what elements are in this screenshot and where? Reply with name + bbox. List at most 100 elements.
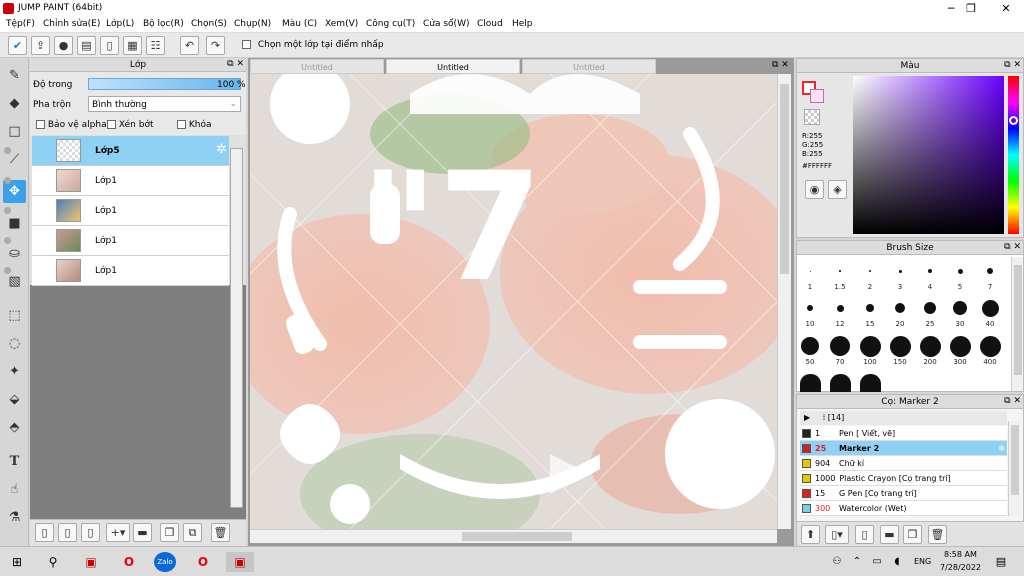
- canvas[interactable]: "7: [250, 74, 777, 529]
- brush-size-dot[interactable]: [830, 336, 850, 356]
- document-icon[interactable]: ▦: [123, 36, 142, 55]
- menu-help[interactable]: Help: [512, 19, 533, 29]
- brush-size-dot[interactable]: [987, 268, 993, 274]
- windows-start-icon[interactable]: ⊞: [6, 552, 28, 572]
- panel-window-icons[interactable]: ⧉ ✕: [1004, 242, 1021, 253]
- menu-color[interactable]: Màu (C): [282, 19, 317, 29]
- brush-duplicate-icon[interactable]: ❐: [903, 525, 922, 544]
- brush-size-dot[interactable]: [839, 270, 841, 272]
- protect-alpha-option[interactable]: Bảo vệ alpha: [36, 120, 107, 130]
- background-color-swatch[interactable]: [810, 89, 824, 103]
- page-icon[interactable]: ▯: [100, 36, 119, 55]
- gear-icon[interactable]: ✲: [998, 441, 1005, 456]
- export-icon[interactable]: ⇪: [31, 36, 50, 55]
- brush-size-dot[interactable]: [860, 374, 881, 392]
- menu-window[interactable]: Cửa sổ(W): [423, 19, 469, 29]
- comment-icon[interactable]: ▤: [77, 36, 96, 55]
- color-field[interactable]: [853, 76, 1004, 234]
- folder-icon[interactable]: ▬: [133, 523, 152, 542]
- transparent-swatch[interactable]: [804, 109, 820, 125]
- brush-size-dot[interactable]: [800, 374, 821, 392]
- redo-icon[interactable]: ↷: [206, 36, 225, 55]
- network-icon[interactable]: ▭: [866, 552, 888, 572]
- magic-wand-icon[interactable]: ✦: [3, 360, 26, 383]
- language-indicator[interactable]: ENG: [914, 557, 931, 566]
- brush-size-dot[interactable]: [898, 269, 902, 273]
- brush-size-dot[interactable]: [979, 335, 1001, 357]
- people-icon[interactable]: ⚇: [826, 552, 848, 572]
- show-hidden-icon[interactable]: ⌃: [846, 552, 868, 572]
- brush-size-dot[interactable]: [866, 304, 874, 312]
- brush-size-dot[interactable]: [953, 301, 967, 315]
- rectangle-tool-icon[interactable]: □: [3, 120, 26, 143]
- brush-add-menu-icon[interactable]: ▯▾: [825, 525, 849, 544]
- search-icon[interactable]: ⚲: [42, 552, 64, 572]
- zalo-icon[interactable]: Zalo: [154, 552, 176, 572]
- close-button[interactable]: ✕: [992, 1, 1020, 16]
- tab-window-icons[interactable]: ⧉ ✕: [772, 60, 789, 70]
- brush-tool-icon[interactable]: ✎: [3, 64, 26, 87]
- select-layer-option[interactable]: Chọn một lớp tại điểm nhấp: [242, 40, 384, 50]
- trash-icon[interactable]: 🗑: [211, 523, 230, 542]
- text-tool-icon[interactable]: T: [3, 450, 26, 473]
- canvas-horizontal-scrollbar[interactable]: [250, 529, 777, 543]
- brush-size-dot[interactable]: [919, 335, 941, 357]
- brush-list-item[interactable]: 15 G Pen [Cọ trang trí]: [800, 486, 1007, 501]
- panel-window-icons[interactable]: ⧉ ✕: [1004, 396, 1021, 407]
- eyedropper-icon[interactable]: ⚗: [3, 506, 26, 529]
- menu-tools[interactable]: Công cụ(T): [366, 19, 415, 29]
- maximize-button[interactable]: ❐: [957, 1, 985, 16]
- brush-size-dot[interactable]: [836, 304, 844, 312]
- new-layer-copy-icon[interactable]: ▯: [58, 523, 77, 542]
- brush-size-dot[interactable]: [889, 335, 911, 357]
- brush-list-item[interactable]: 904 Chữ kí: [800, 456, 1007, 471]
- fill-rect-tool-icon[interactable]: ■: [3, 212, 26, 235]
- rect-select-icon[interactable]: ⬚: [3, 304, 26, 327]
- brush-size-scrollbar[interactable]: [1011, 257, 1023, 391]
- add-layer-menu-icon[interactable]: +▾: [106, 523, 130, 542]
- layer-visibility-icon[interactable]: [4, 237, 11, 244]
- hue-slider[interactable]: [1008, 76, 1019, 234]
- menu-filter[interactable]: Bộ lọc(R): [143, 19, 184, 29]
- brush-group-row[interactable]: ▶ ⁞ [14]: [800, 411, 1007, 425]
- brush-size-dot[interactable]: [981, 299, 999, 317]
- brush-list-item[interactable]: 25 Marker 2 ✲: [800, 441, 1007, 456]
- brush-list-item[interactable]: 1000 Plastic Crayon [Cọ trang trí]: [800, 471, 1007, 486]
- layer-visibility-icon[interactable]: [4, 207, 11, 214]
- app-shortcut-icon[interactable]: ▣: [80, 552, 102, 572]
- brush-size-dot[interactable]: [807, 305, 813, 311]
- notifications-icon[interactable]: ▤: [990, 552, 1012, 572]
- new-layer-icon[interactable]: ▯: [35, 523, 54, 542]
- gear-icon[interactable]: ✲: [216, 142, 227, 157]
- brush-size-dot[interactable]: [949, 335, 971, 357]
- palette-icon[interactable]: ◉: [805, 180, 824, 199]
- select-layer-checkbox[interactable]: [242, 40, 251, 49]
- brush-size-dot[interactable]: [957, 268, 963, 274]
- brush-size-dot[interactable]: [801, 337, 819, 355]
- select-eraser-icon[interactable]: ⬘: [3, 416, 26, 439]
- lasso-icon[interactable]: ◌: [3, 332, 26, 355]
- brush-list-scrollbar[interactable]: [1008, 421, 1020, 516]
- menu-layer[interactable]: Lớp(L): [106, 19, 134, 29]
- brush-size-dot[interactable]: [869, 270, 871, 272]
- brush-list-item[interactable]: 300 Watercolor (Wet): [800, 501, 1007, 516]
- layer-visibility-icon[interactable]: [4, 177, 11, 184]
- layer-visibility-icon[interactable]: [4, 267, 11, 274]
- tab-untitled-3[interactable]: Untitled: [522, 59, 656, 74]
- expand-arrow-icon[interactable]: ▶: [804, 413, 810, 422]
- panel-window-icons[interactable]: ⧉ ✕: [227, 59, 244, 70]
- menu-edit[interactable]: Chỉnh sửa(E): [43, 19, 100, 29]
- undo-icon[interactable]: ↶: [180, 36, 199, 55]
- brush-trash-icon[interactable]: 🗑: [928, 525, 947, 544]
- layer-row-5[interactable]: Lớp1: [4, 256, 229, 286]
- layer-row-2[interactable]: Lớp1: [4, 166, 229, 196]
- brush-list-item[interactable]: 1 Pen [ Viết, vẽ]: [800, 426, 1007, 441]
- brush-tip-icon[interactable]: ⬆: [801, 525, 820, 544]
- volume-icon[interactable]: ◖: [886, 552, 908, 572]
- eraser-tool-icon[interactable]: ◆: [3, 92, 26, 115]
- clock-date[interactable]: 7/28/2022: [940, 563, 981, 572]
- menu-view[interactable]: Xem(V): [325, 19, 358, 29]
- select-pen-icon[interactable]: ⬙: [3, 388, 26, 411]
- menu-cloud[interactable]: Cloud: [477, 19, 503, 29]
- brush-size-dot[interactable]: [809, 270, 811, 272]
